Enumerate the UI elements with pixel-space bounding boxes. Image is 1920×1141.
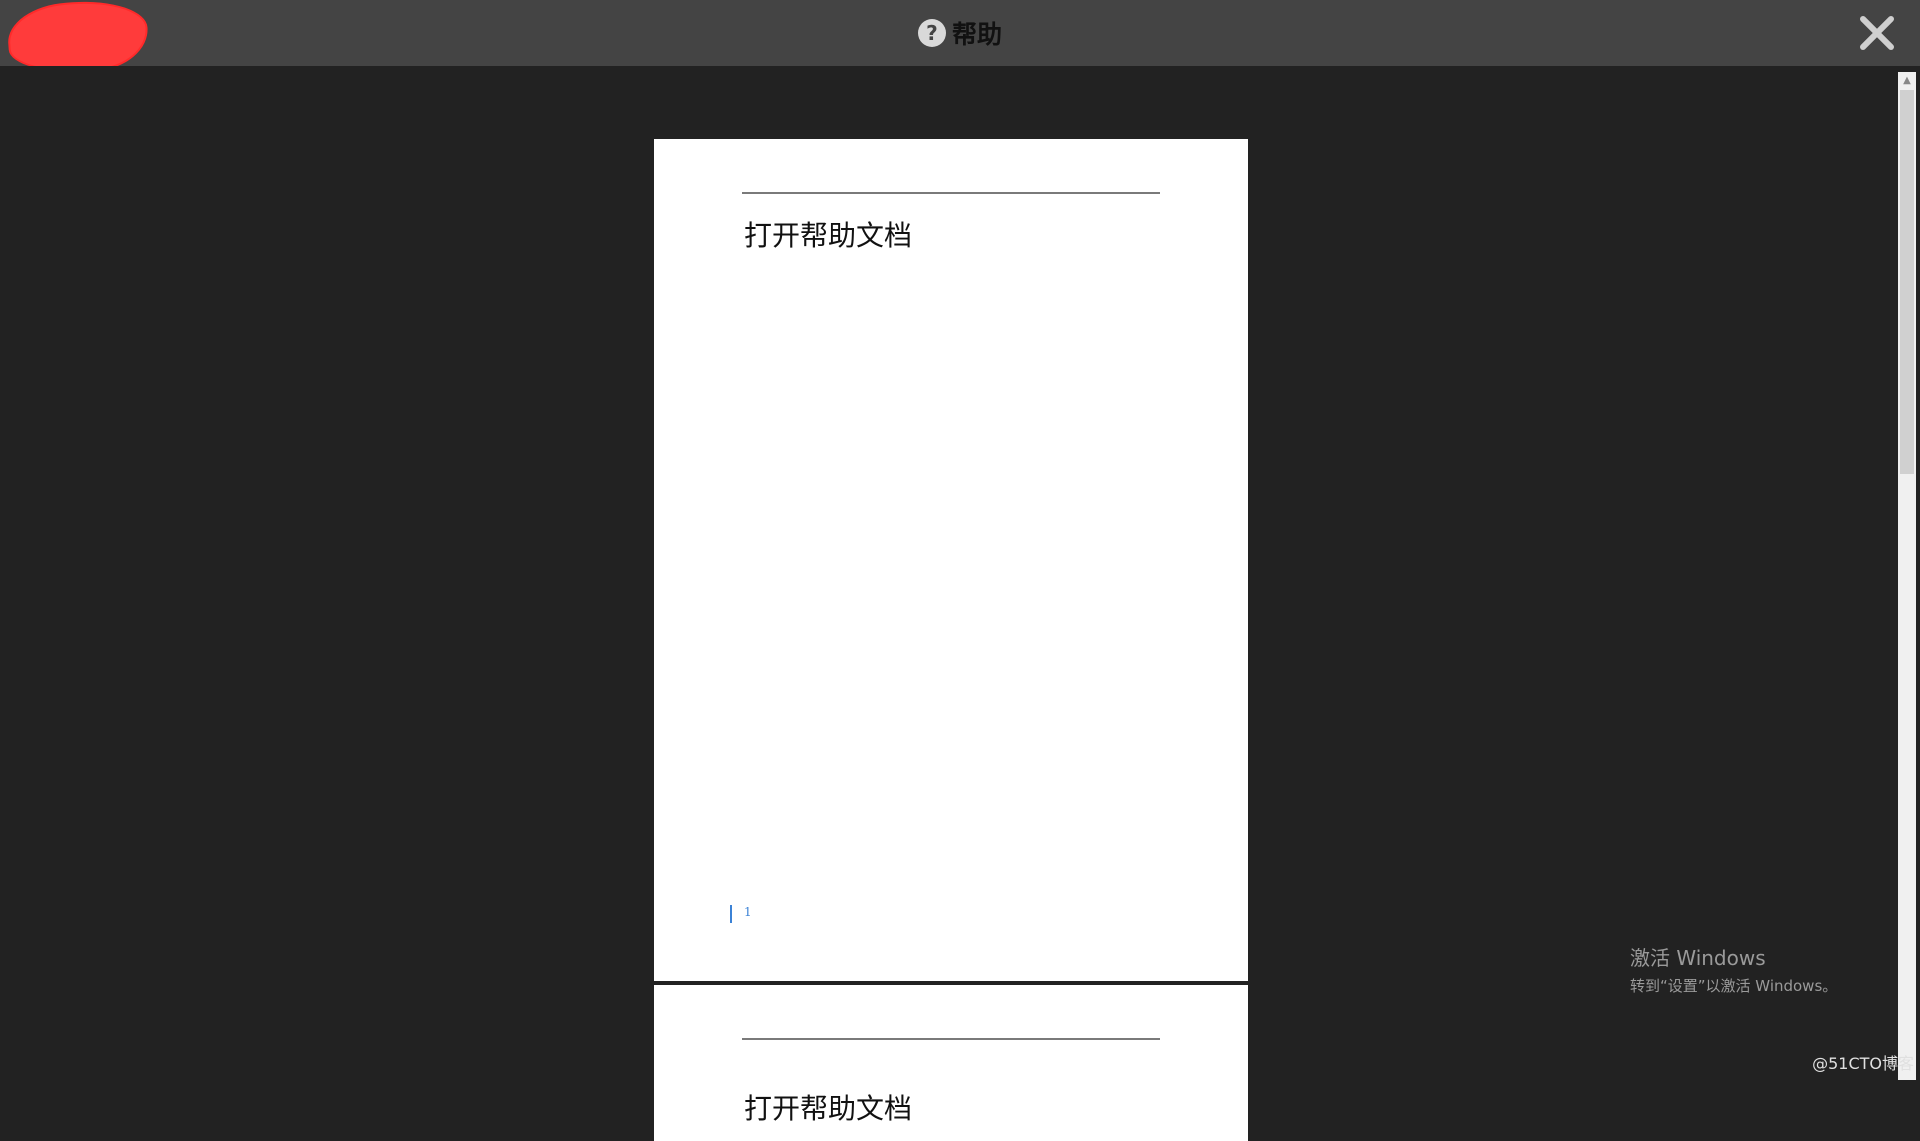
site-watermark: @51CTO博客 <box>1812 1050 1914 1074</box>
document-page-2[interactable]: 打开帮助文档 <box>654 985 1248 1141</box>
redacted-logo <box>8 0 148 75</box>
dialog-title: ? 帮助 <box>0 0 1920 66</box>
header-rule <box>742 1038 1160 1040</box>
page-number: 1 <box>744 905 752 919</box>
document-page-1[interactable]: 打开帮助文档 1 <box>654 139 1248 981</box>
title-bar: ? 帮助 <box>0 0 1920 66</box>
scroll-up-icon[interactable]: ▲ <box>1898 72 1916 88</box>
page-heading: 打开帮助文档 <box>744 1087 912 1127</box>
question-circle-icon: ? <box>918 19 946 47</box>
document-viewer[interactable]: 打开帮助文档 1 打开帮助文档 <box>0 66 1920 1080</box>
vertical-scrollbar[interactable]: ▲ <box>1898 72 1916 1080</box>
text-caret <box>730 905 732 923</box>
activation-title: 激活 Windows <box>1630 942 1837 971</box>
scroll-thumb[interactable] <box>1900 90 1914 474</box>
header-rule <box>742 192 1160 194</box>
page-heading: 打开帮助文档 <box>744 214 912 254</box>
close-icon <box>1857 13 1897 53</box>
activation-subtitle: 转到“设置”以激活 Windows。 <box>1630 975 1837 996</box>
windows-activation-watermark: 激活 Windows 转到“设置”以激活 Windows。 <box>1630 942 1837 996</box>
dialog-title-text: 帮助 <box>952 15 1002 51</box>
close-button[interactable] <box>1852 8 1902 58</box>
